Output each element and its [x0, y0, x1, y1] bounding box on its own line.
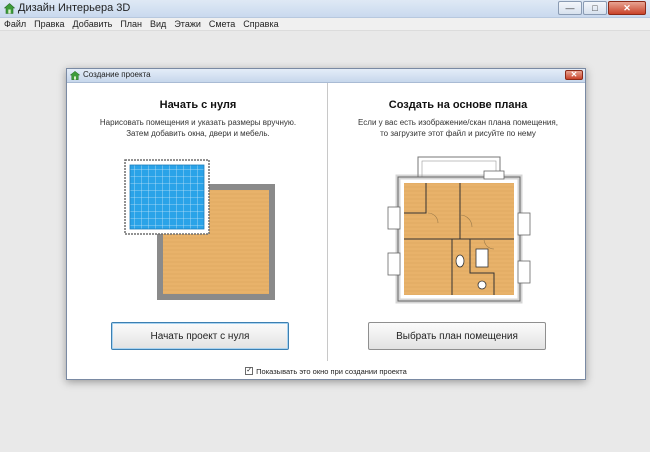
dialog-title: Создание проекта — [83, 70, 151, 79]
maximize-button[interactable]: □ — [583, 1, 607, 15]
minimize-button[interactable]: — — [558, 1, 582, 15]
window-title: Дизайн Интерьера 3D — [18, 2, 131, 14]
show-dialog-checkbox-label[interactable]: Показывать это окно при создании проекта — [256, 367, 407, 376]
dialog-footer: ✓ Показывать это окно при создании проек… — [67, 363, 585, 379]
panel-divider — [327, 83, 328, 361]
left-description-line: Нарисовать помещения и указать размеры в… — [99, 118, 297, 127]
window-titlebar: Дизайн Интерьера 3D — □ ✕ — [0, 0, 650, 18]
scratch-illustration — [124, 159, 275, 300]
dialog-close-button[interactable]: ✕ — [565, 70, 583, 80]
menu-edit[interactable]: Правка — [30, 18, 68, 30]
window-controls: — □ ✕ — [558, 1, 646, 15]
close-button[interactable]: ✕ — [608, 1, 646, 15]
dialog-house-icon — [70, 71, 80, 80]
menu-help[interactable]: Справка — [239, 18, 282, 30]
left-description-line: Затем добавить окна, двери и мебель. — [126, 129, 270, 138]
floor-plan-illustration — [387, 156, 531, 304]
left-heading: Начать с нуля — [159, 99, 237, 111]
left-description: Нарисовать помещения и указать размеры в… — [69, 117, 327, 139]
right-description-line: Если у вас есть изображение/скан плана п… — [358, 118, 558, 127]
right-heading: Создать на основе плана — [388, 99, 528, 111]
menu-estimate[interactable]: Смета — [205, 18, 239, 30]
menu-view[interactable]: Вид — [146, 18, 170, 30]
choose-plan-button[interactable]: Выбрать план помещения — [368, 322, 546, 350]
start-from-scratch-button[interactable]: Начать проект с нуля — [111, 322, 289, 350]
app-house-icon — [4, 3, 15, 14]
dialog-titlebar: Создание проекта ✕ — [67, 69, 585, 83]
create-project-dialog: Создание проекта ✕ Начать с нуля Нарисов… — [66, 68, 586, 380]
menu-add[interactable]: Добавить — [69, 18, 117, 30]
menu-bar: Файл Правка Добавить План Вид Этажи Смет… — [0, 18, 650, 31]
right-description: Если у вас есть изображение/скан плана п… — [329, 117, 587, 139]
show-dialog-checkbox[interactable]: ✓ — [245, 367, 254, 375]
menu-plan[interactable]: План — [116, 18, 146, 30]
menu-floors[interactable]: Этажи — [170, 18, 205, 30]
create-from-plan-panel: Создать на основе плана Если у вас есть … — [329, 83, 587, 363]
start-from-scratch-panel: Начать с нуля Нарисовать помещения и ука… — [69, 83, 327, 363]
menu-file[interactable]: Файл — [0, 18, 30, 30]
right-description-line: то загрузите этот файл и рисуйте по нему — [380, 129, 536, 138]
